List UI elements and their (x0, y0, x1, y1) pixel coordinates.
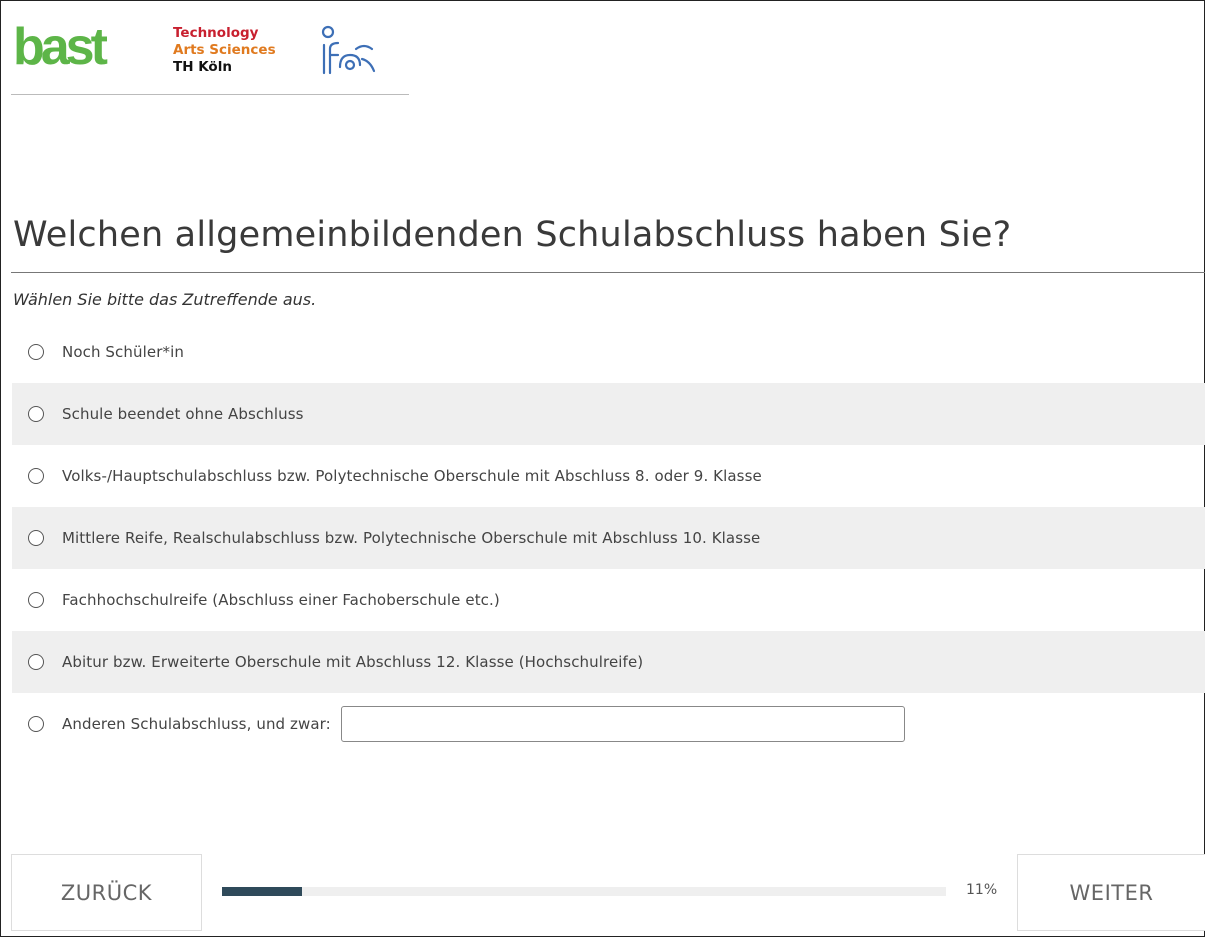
option-row[interactable]: Mittlere Reife, Realschulabschluss bzw. … (12, 507, 1205, 569)
question-instruction: Wählen Sie bitte das Zutreffende aus. (13, 290, 317, 309)
title-divider (11, 272, 1205, 273)
radio-button[interactable] (28, 530, 44, 546)
option-label[interactable]: Volks-/Hauptschulabschluss bzw. Polytech… (62, 467, 762, 485)
other-school-input[interactable] (340, 706, 905, 742)
option-label[interactable]: Abitur bzw. Erweiterte Oberschule mit Ab… (62, 653, 643, 671)
radio-button[interactable] (28, 344, 44, 360)
th-koeln-logo: Technology Arts Sciences TH Köln (173, 25, 276, 75)
option-label[interactable]: Schule beendet ohne Abschluss (62, 405, 304, 423)
back-button[interactable]: ZURÜCK (11, 854, 202, 931)
answer-options: Noch Schüler*in Schule beendet ohne Absc… (12, 321, 1205, 755)
option-label[interactable]: Anderen Schulabschluss, und zwar: (62, 715, 331, 733)
bast-logo: bast (13, 18, 108, 76)
option-row[interactable]: Schule beendet ohne Abschluss (12, 383, 1205, 445)
radio-button[interactable] (28, 716, 44, 732)
radio-button[interactable] (28, 654, 44, 670)
option-row[interactable]: Abitur bzw. Erweiterte Oberschule mit Ab… (12, 631, 1205, 693)
radio-button[interactable] (28, 592, 44, 608)
next-button[interactable]: WEITER (1017, 854, 1205, 931)
option-row[interactable]: Noch Schüler*in (12, 321, 1205, 383)
survey-page: bast Technology Arts Sciences TH Köln We… (0, 0, 1205, 937)
navigation-footer: ZURÜCK 11% WEITER (11, 854, 1205, 931)
question-title: Welchen allgemeinbildenden Schulabschlus… (13, 215, 1012, 255)
option-label[interactable]: Mittlere Reife, Realschulabschluss bzw. … (62, 529, 760, 547)
radio-button[interactable] (28, 468, 44, 484)
radio-button[interactable] (28, 406, 44, 422)
progress-percent: 11% (966, 882, 998, 898)
option-label[interactable]: Fachhochschulreife (Abschluss einer Fach… (62, 591, 500, 609)
option-label[interactable]: Noch Schüler*in (62, 343, 184, 361)
option-row[interactable]: Fachhochschulreife (Abschluss einer Fach… (12, 569, 1205, 631)
header-logos: bast Technology Arts Sciences TH Köln (11, 19, 409, 95)
option-row-other[interactable]: Anderen Schulabschluss, und zwar: (12, 693, 1205, 755)
progress-bar-fill (222, 887, 302, 896)
ifes-logo (321, 25, 376, 75)
option-row[interactable]: Volks-/Hauptschulabschluss bzw. Polytech… (12, 445, 1205, 507)
progress-bar (222, 887, 946, 896)
